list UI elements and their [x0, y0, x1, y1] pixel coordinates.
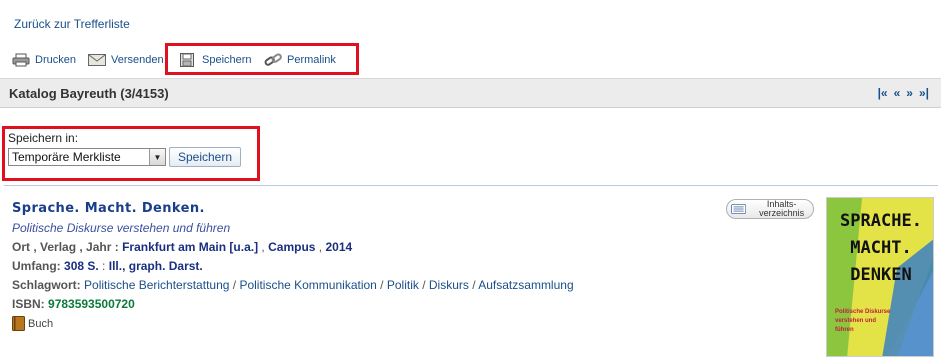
printer-icon: [12, 53, 30, 67]
media-type-row: Buch: [12, 316, 53, 331]
subject-link[interactable]: Politische Berichterstattung: [84, 278, 229, 292]
subject-link[interactable]: Politische Kommunikation: [239, 278, 376, 292]
subject-separator: /: [376, 278, 387, 292]
book-cover-image[interactable]: SPRACHE. MACHT. DENKEN Politische Diskur…: [826, 197, 934, 357]
subject-key: Schlagwort:: [12, 278, 81, 292]
document-list-icon: [731, 203, 747, 215]
highlight-box-save-form: [2, 126, 260, 181]
subject-link[interactable]: Politik: [387, 278, 419, 292]
subject-row: Schlagwort: Politische Berichterstattung…: [12, 278, 574, 292]
send-label: Versenden: [111, 54, 164, 66]
cover-word: DENKEN: [850, 265, 912, 285]
publication-year: 2014: [325, 240, 353, 254]
next-record-link[interactable]: »: [906, 86, 913, 100]
book-icon: [12, 316, 25, 331]
cover-word: SPRACHE.: [840, 211, 922, 231]
subject-separator: /: [418, 278, 429, 292]
publication-separator: ,: [261, 240, 265, 254]
print-action[interactable]: Drucken: [12, 52, 76, 68]
table-of-contents-label: Inhalts-verzeichnis: [759, 199, 805, 218]
subject-separator: /: [468, 278, 479, 292]
extent-colon: :: [98, 259, 109, 273]
publication-key: Ort , Verlag , Jahr :: [12, 240, 119, 254]
cover-tagline: Politische Diskurse verstehen und führen: [835, 309, 891, 333]
media-type-label: Buch: [28, 317, 54, 330]
section-divider: [4, 185, 938, 186]
subject-separator: /: [229, 278, 240, 292]
record-subtitle: Politische Diskurse verstehen und führen: [12, 221, 231, 235]
cover-word: MACHT.: [850, 238, 912, 258]
previous-record-link[interactable]: «: [894, 86, 901, 100]
subject-link[interactable]: Diskurs: [429, 278, 469, 292]
extent-pages: 308 S.: [64, 259, 99, 273]
last-record-link[interactable]: »|: [919, 86, 929, 100]
print-label: Drucken: [35, 54, 76, 66]
extent-row: Umfang: 308 S. : Ill., graph. Darst.: [12, 259, 203, 273]
record-title[interactable]: Sprache. Macht. Denken.: [12, 201, 205, 216]
publication-publisher: Campus: [268, 240, 316, 254]
publication-row: Ort , Verlag , Jahr : Frankfurt am Main …: [12, 240, 352, 254]
publication-separator: ,: [318, 240, 323, 254]
envelope-icon: [88, 54, 106, 66]
isbn-key: ISBN:: [12, 297, 45, 311]
catalog-title: Katalog Bayreuth (3/4153): [9, 86, 169, 101]
table-of-contents-button[interactable]: Inhalts-verzeichnis: [726, 199, 814, 219]
record-pager: |« « » »|: [878, 86, 929, 100]
isbn-value: 9783593500720: [48, 297, 135, 311]
extent-illustrations: Ill., graph. Darst.: [108, 259, 203, 273]
back-to-results-link[interactable]: Zurück zur Trefferliste: [14, 17, 130, 31]
send-action[interactable]: Versenden: [88, 52, 164, 68]
subject-link[interactable]: Aufsatzsammlung: [478, 278, 573, 292]
cover-title: SPRACHE. MACHT. DENKEN: [827, 208, 933, 289]
extent-key: Umfang:: [12, 259, 61, 273]
first-record-link[interactable]: |«: [878, 86, 888, 100]
highlight-box-toolbar: [165, 43, 359, 75]
publication-place: Frankfurt am Main [u.a.]: [122, 240, 259, 254]
isbn-row: ISBN: 9783593500720: [12, 297, 135, 311]
